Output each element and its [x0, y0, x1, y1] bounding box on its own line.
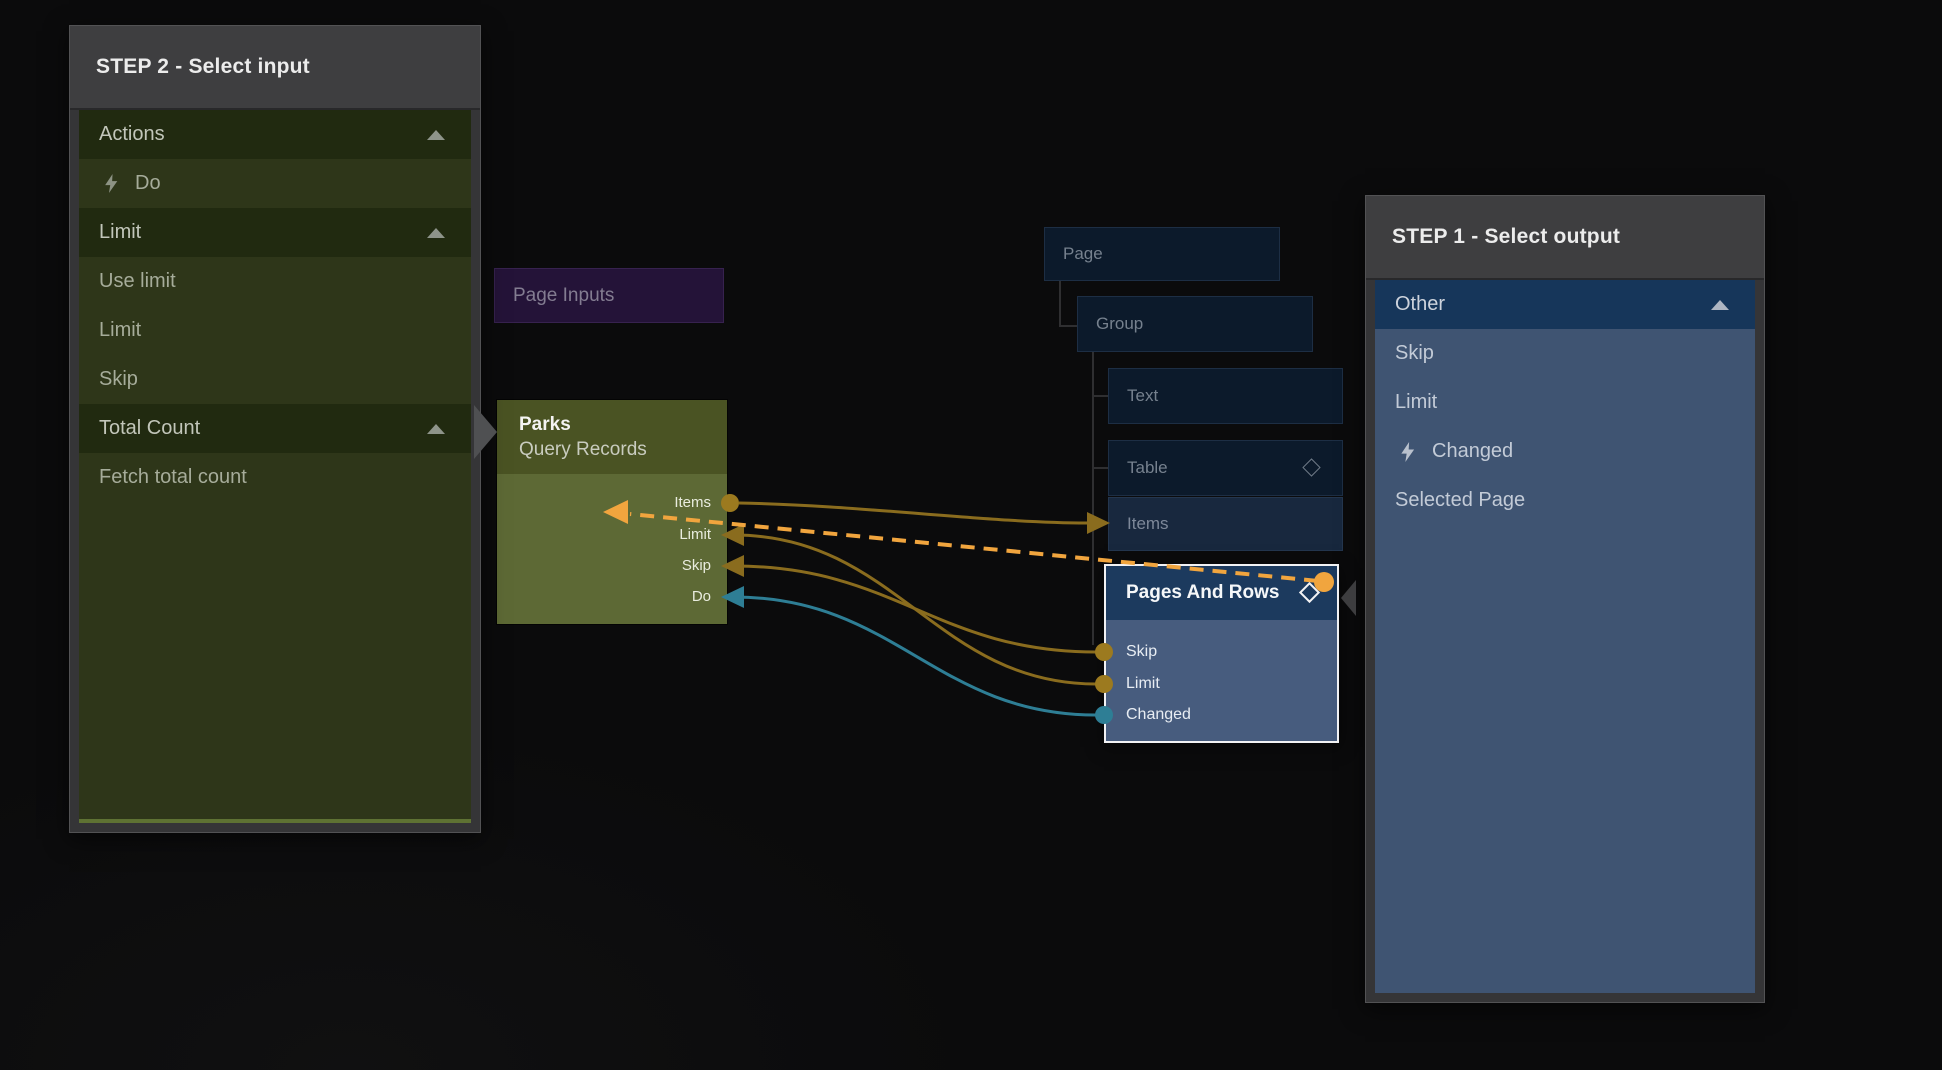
step2-option-limit-section[interactable]: Limit — [79, 208, 471, 257]
step1-panel-pointer — [1341, 580, 1356, 616]
connection-items-arrowhead-icon — [1087, 512, 1110, 534]
parks-port-do[interactable]: Do — [692, 587, 711, 607]
parks-node-body: Items Limit Skip Do — [497, 474, 727, 624]
pages-port-limit[interactable]: Limit — [1126, 674, 1160, 694]
step1-option-other[interactable]: Other — [1375, 280, 1755, 329]
step2-option-use-limit[interactable]: Use limit — [79, 257, 471, 306]
option-label: Actions — [99, 123, 165, 146]
step2-option-fetch-total-count[interactable]: Fetch total count — [79, 453, 471, 502]
option-label: Limit — [99, 221, 141, 244]
connection-limit — [734, 535, 1096, 684]
page-inputs-label: Page Inputs — [513, 285, 614, 307]
tree-node-label: Page — [1063, 244, 1103, 264]
parks-query-node[interactable]: Parks Query Records Items Limit Skip Do — [497, 400, 727, 624]
parks-port-limit[interactable]: Limit — [679, 525, 711, 545]
step1-panel-body: Other Skip Limit Changed Selected Page — [1375, 280, 1755, 993]
tree-node-label: Group — [1096, 314, 1143, 334]
step2-option-skip[interactable]: Skip — [79, 355, 471, 404]
option-label: Total Count — [99, 417, 200, 440]
tree-node-page[interactable]: Page — [1044, 227, 1280, 281]
step2-option-limit[interactable]: Limit — [79, 306, 471, 355]
option-label: Do — [135, 172, 161, 195]
option-label: Limit — [99, 319, 141, 342]
tree-node-text[interactable]: Text — [1108, 368, 1343, 424]
tree-node-group[interactable]: Group — [1077, 296, 1313, 352]
collapse-arrow-icon[interactable] — [427, 130, 445, 140]
tree-node-table[interactable]: Table — [1108, 440, 1343, 496]
connection-items — [739, 503, 1087, 523]
parks-node-title: Parks — [519, 412, 727, 437]
option-label: Use limit — [99, 270, 176, 293]
tree-node-label: Items — [1127, 514, 1169, 534]
tree-node-label: Text — [1127, 386, 1158, 406]
step2-panel-header: STEP 2 - Select input — [70, 26, 480, 110]
step1-panel-header: STEP 1 - Select output — [1366, 196, 1764, 280]
pages-port-skip[interactable]: Skip — [1126, 642, 1157, 662]
tree-node-items[interactable]: Items — [1108, 497, 1343, 551]
step2-panel: STEP 2 - Select input Actions Do Limit U… — [69, 25, 481, 833]
parks-port-skip[interactable]: Skip — [682, 556, 711, 576]
step1-option-selected-page[interactable]: Selected Page — [1375, 476, 1755, 525]
step1-option-changed[interactable]: Changed — [1375, 427, 1755, 476]
diamond-icon — [1299, 582, 1320, 603]
connection-changed-do — [734, 597, 1096, 715]
parks-node-header: Parks Query Records — [497, 400, 727, 474]
option-label: Changed — [1432, 440, 1513, 463]
parks-node-subtitle: Query Records — [519, 437, 727, 462]
parks-port-items[interactable]: Items — [674, 493, 711, 513]
step2-option-total-count[interactable]: Total Count — [79, 404, 471, 453]
diamond-icon — [1302, 458, 1320, 476]
collapse-arrow-icon[interactable] — [427, 228, 445, 238]
option-label: Skip — [1395, 342, 1434, 365]
step2-panel-title: STEP 2 - Select input — [96, 55, 310, 79]
pages-and-rows-header: Pages And Rows — [1106, 566, 1337, 620]
lightning-icon — [1401, 442, 1415, 462]
lightning-icon — [105, 174, 118, 193]
collapse-arrow-icon[interactable] — [427, 424, 445, 434]
collapse-arrow-icon[interactable] — [1711, 300, 1729, 310]
page-inputs-node[interactable]: Page Inputs — [494, 268, 724, 323]
step2-option-do[interactable]: Do — [79, 159, 471, 208]
connection-skip — [734, 566, 1096, 652]
step2-panel-body: Actions Do Limit Use limit Limit Skip — [79, 110, 471, 823]
option-label: Other — [1395, 293, 1445, 316]
step1-option-limit[interactable]: Limit — [1375, 378, 1755, 427]
pages-and-rows-node[interactable]: Pages And Rows Skip Limit Changed — [1104, 564, 1339, 743]
step1-option-skip[interactable]: Skip — [1375, 329, 1755, 378]
pages-port-changed[interactable]: Changed — [1126, 705, 1191, 725]
option-label: Limit — [1395, 391, 1437, 414]
pages-and-rows-title: Pages And Rows — [1126, 582, 1279, 604]
option-label: Skip — [99, 368, 138, 391]
step1-panel-title: STEP 1 - Select output — [1392, 225, 1620, 249]
tree-node-label: Table — [1127, 458, 1168, 478]
tree-line-page-group — [1060, 281, 1077, 326]
option-label: Selected Page — [1395, 489, 1525, 512]
workflow-mapping-canvas: STEP 2 - Select input Actions Do Limit U… — [0, 0, 1942, 1070]
step2-option-actions[interactable]: Actions — [79, 110, 471, 159]
option-label: Fetch total count — [99, 466, 247, 489]
step1-panel: STEP 1 - Select output Other Skip Limit … — [1365, 195, 1765, 1003]
